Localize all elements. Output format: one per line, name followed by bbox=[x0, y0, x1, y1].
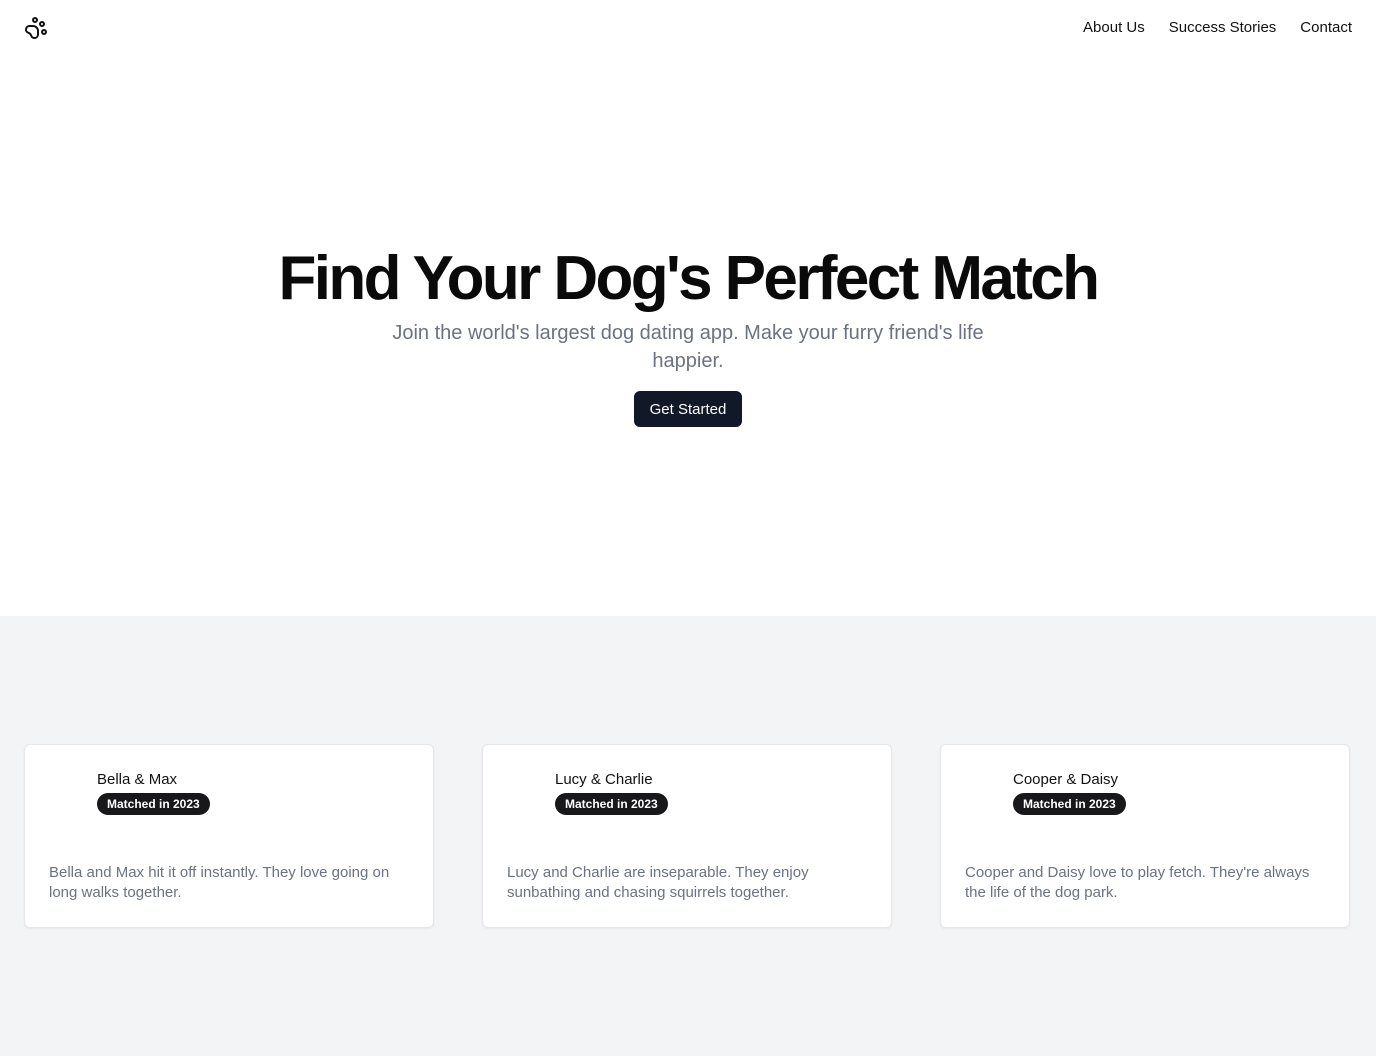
nav-about-us[interactable]: About Us bbox=[1083, 18, 1145, 38]
story-card: Lucy & Charlie Matched in 2023 Lucy and … bbox=[482, 744, 892, 928]
story-card: Bella & Max Matched in 2023 Bella and Ma… bbox=[24, 744, 434, 928]
hero-subtitle: Join the world's largest dog dating app.… bbox=[392, 322, 984, 372]
site-header: About Us Success Stories Contact bbox=[0, 0, 1376, 56]
success-stories-section: Bella & Max Matched in 2023 Bella and Ma… bbox=[0, 616, 1376, 1056]
get-started-button[interactable]: Get Started bbox=[633, 391, 743, 427]
story-card: Cooper & Daisy Matched in 2023 Cooper an… bbox=[940, 744, 1350, 928]
paw-icon[interactable] bbox=[24, 16, 48, 40]
matched-badge: Matched in 2023 bbox=[1013, 793, 1126, 815]
story-names: Cooper & Daisy bbox=[1013, 771, 1119, 788]
story-text: Cooper and Daisy love to play fetch. The… bbox=[965, 864, 1310, 901]
story-names: Lucy & Charlie bbox=[555, 771, 653, 788]
avatar bbox=[49, 769, 97, 817]
matched-badge: Matched in 2023 bbox=[97, 793, 210, 815]
nav-success-stories[interactable]: Success Stories bbox=[1169, 18, 1277, 38]
hero-title: Find Your Dog's Perfect Match bbox=[278, 244, 1101, 313]
story-text: Lucy and Charlie are inseparable. They e… bbox=[507, 864, 809, 901]
avatar bbox=[507, 769, 555, 817]
hero-section: Find Your Dog's Perfect Match Join the w… bbox=[0, 56, 1376, 616]
page: About Us Success Stories Contact Find Yo… bbox=[0, 0, 1376, 1056]
main-nav: About Us Success Stories Contact bbox=[1083, 18, 1352, 38]
avatar bbox=[965, 769, 1013, 817]
matched-badge: Matched in 2023 bbox=[555, 793, 668, 815]
story-text: Bella and Max hit it off instantly. They… bbox=[49, 864, 390, 901]
story-names: Bella & Max bbox=[97, 771, 178, 788]
nav-contact[interactable]: Contact bbox=[1300, 18, 1352, 38]
story-cards: Bella & Max Matched in 2023 Bella and Ma… bbox=[24, 744, 1352, 928]
